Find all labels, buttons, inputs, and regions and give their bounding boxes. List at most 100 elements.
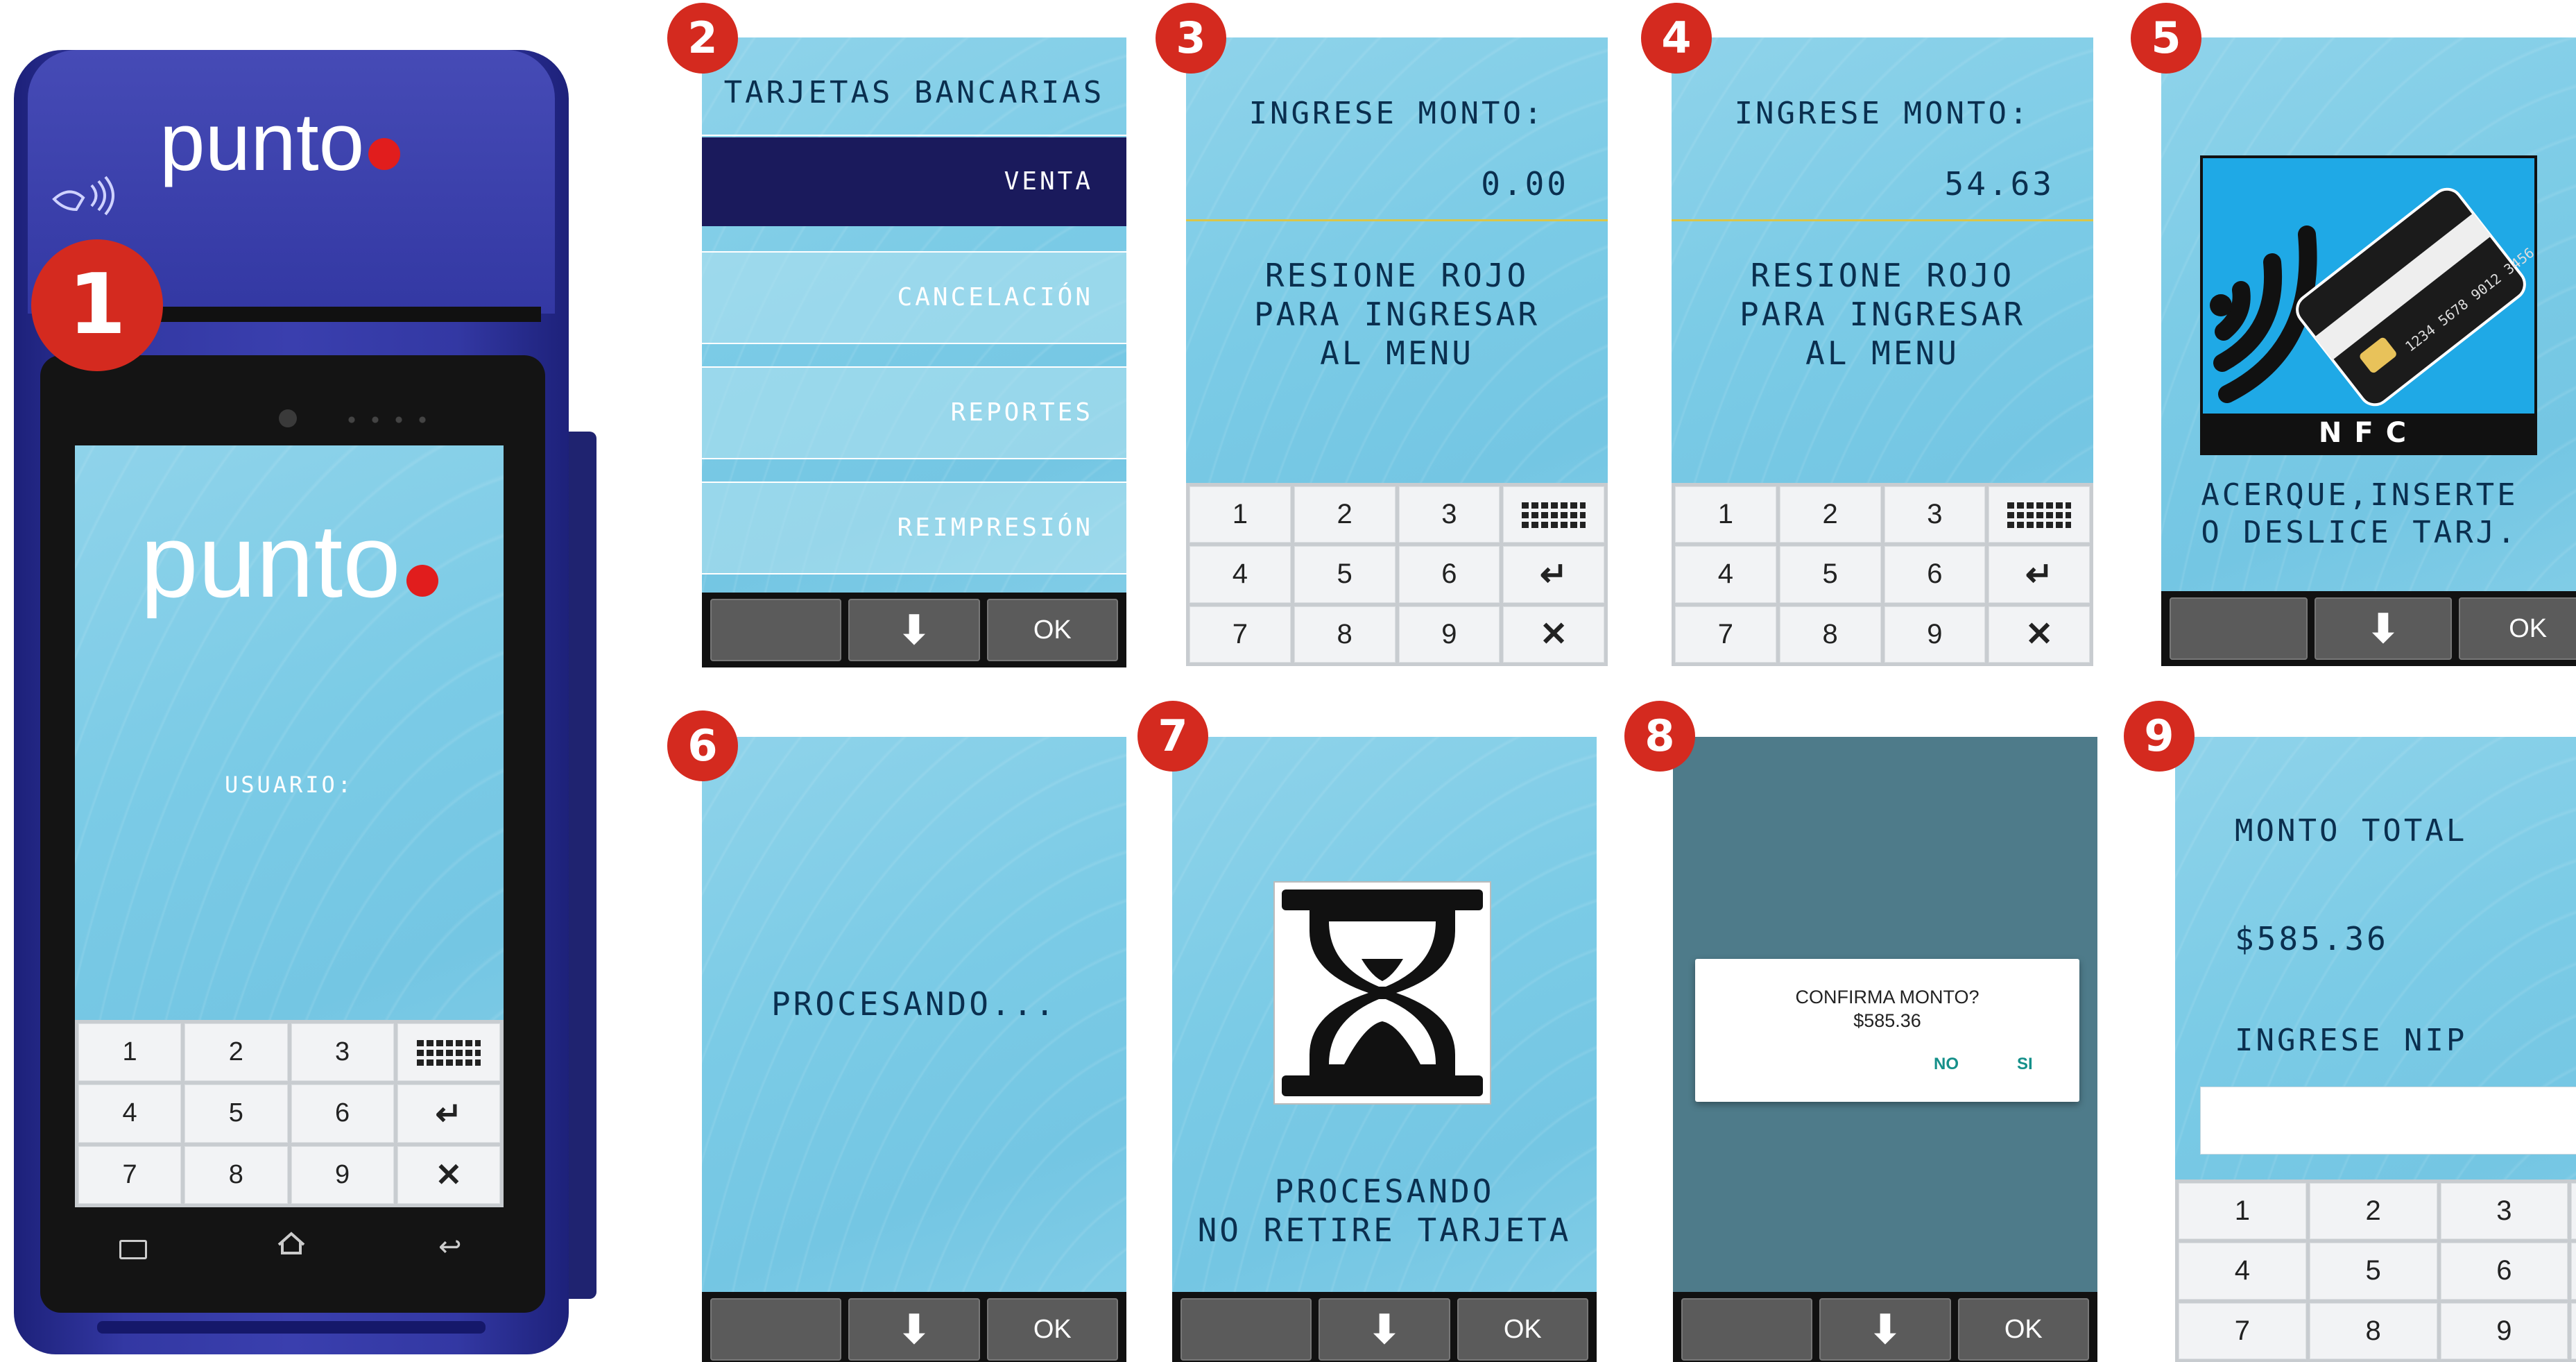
key-3[interactable]: 3: [1398, 486, 1500, 543]
hourglass-icon: [1273, 881, 1491, 1105]
key-3[interactable]: 3: [291, 1023, 394, 1082]
key-6[interactable]: 6: [2440, 1243, 2568, 1300]
brand-logo: punto: [160, 95, 401, 189]
device-keypad[interactable]: 1 2 3 4 5 6 ↵ 7 8 9 ✕: [75, 1020, 504, 1207]
key-4[interactable]: 4: [1675, 546, 1776, 603]
keypad-step-9[interactable]: 1 2 3 4 5 6 ↵ 7 8 9 ✕: [2175, 1180, 2576, 1362]
blank-button[interactable]: [1180, 1298, 1312, 1361]
keypad-step-3[interactable]: 1 2 3 4 5 6 ↵ 7 8 9 ✕: [1186, 483, 1608, 666]
key-7[interactable]: 7: [1675, 606, 1776, 663]
keyboard-icon[interactable]: [1989, 486, 2090, 543]
screen-step-8: CONFIRMA MONTO? $585.36 NO SI ⬇ OK: [1673, 737, 2097, 1362]
confirm-dialog: CONFIRMA MONTO? $585.36 NO SI: [1695, 959, 2079, 1102]
key-6[interactable]: 6: [291, 1084, 394, 1143]
contactless-icon: [49, 171, 118, 220]
key-5[interactable]: 5: [1294, 546, 1396, 603]
step-badge-1: 1: [31, 239, 163, 371]
menu-item-reimpresion[interactable]: REIMPRESIÓN: [702, 483, 1126, 573]
key-9[interactable]: 9: [2440, 1302, 2568, 1359]
key-7[interactable]: 7: [78, 1146, 182, 1204]
step-badge-4: 4: [1641, 3, 1712, 74]
bottom-bar: ⬇ OK: [702, 1292, 1126, 1362]
key-2[interactable]: 2: [1779, 486, 1881, 543]
key-5[interactable]: 5: [2309, 1243, 2437, 1300]
key-3[interactable]: 3: [1884, 486, 1986, 543]
ok-button[interactable]: OK: [986, 1298, 1118, 1361]
blank-button[interactable]: [1681, 1298, 1813, 1361]
cancel-icon[interactable]: ✕: [2571, 1302, 2576, 1359]
key-8[interactable]: 8: [1294, 606, 1396, 663]
sensor-dots: [340, 416, 430, 423]
back-icon[interactable]: ↩: [438, 1231, 462, 1263]
screen-step-3: INGRESE MONTO: 0.00 RESIONE ROJO PARA IN…: [1186, 37, 1608, 666]
menu-icon[interactable]: [119, 1240, 147, 1259]
menu-item-reportes[interactable]: REPORTES: [702, 368, 1126, 458]
blank-button[interactable]: [710, 1298, 842, 1361]
key-6[interactable]: 6: [1398, 546, 1500, 603]
key-7[interactable]: 7: [2179, 1302, 2306, 1359]
camera-dot: [279, 409, 297, 427]
key-9[interactable]: 9: [1884, 606, 1986, 663]
home-icon[interactable]: [276, 1229, 307, 1257]
keypad-step-4[interactable]: 1 2 3 4 5 6 ↵ 7 8 9 ✕: [1672, 483, 2093, 666]
key-7[interactable]: 7: [1190, 606, 1291, 663]
enter-icon[interactable]: ↵: [397, 1084, 500, 1143]
key-9[interactable]: 9: [1398, 606, 1500, 663]
key-8[interactable]: 8: [1779, 606, 1881, 663]
down-arrow-icon[interactable]: ⬇: [1819, 1298, 1951, 1361]
keyboard-icon[interactable]: [1503, 486, 1604, 543]
key-1[interactable]: 1: [78, 1023, 182, 1082]
menu-item-venta[interactable]: VENTA: [702, 137, 1126, 226]
enter-icon[interactable]: ↵: [1989, 546, 2090, 603]
blank-button[interactable]: [710, 599, 842, 661]
key-4[interactable]: 4: [2179, 1243, 2306, 1300]
keyboard-icon[interactable]: [397, 1023, 500, 1082]
hint-line-2: PARA INGRESAR: [1739, 296, 2026, 333]
key-6[interactable]: 6: [1884, 546, 1986, 603]
menu-item-cancelacion[interactable]: CANCELACIÓN: [702, 253, 1126, 343]
hint-line-1: RESIONE ROJO: [1750, 257, 2015, 294]
hint-line-2: PARA INGRESAR: [1253, 296, 1540, 333]
menu-title: TARJETAS BANCARIAS: [723, 75, 1105, 110]
down-arrow-icon[interactable]: ⬇: [1319, 1298, 1450, 1361]
key-4[interactable]: 4: [1190, 546, 1291, 603]
step-badge-9: 9: [2124, 701, 2195, 772]
key-1[interactable]: 1: [1190, 486, 1291, 543]
device-screen: punto USUARIO: 1 2 3 4 5 6 ↵ 7 8 9 ✕: [75, 445, 504, 1207]
down-arrow-icon[interactable]: ⬇: [848, 1298, 980, 1361]
nip-input[interactable]: [2200, 1087, 2576, 1155]
key-3[interactable]: 3: [2440, 1183, 2568, 1240]
screen-step-7: PROCESANDO NO RETIRE TARJETA ⬇ OK: [1172, 737, 1597, 1362]
ok-button[interactable]: OK: [986, 599, 1118, 661]
amount-value: 54.63: [1944, 165, 2054, 203]
cancel-icon[interactable]: ✕: [397, 1146, 500, 1204]
amount-label: INGRESE MONTO:: [1734, 96, 2031, 131]
key-5[interactable]: 5: [184, 1084, 288, 1143]
ok-button[interactable]: OK: [1957, 1298, 2089, 1361]
down-arrow-icon[interactable]: ⬇: [2314, 597, 2453, 660]
ok-button[interactable]: OK: [2459, 597, 2576, 660]
down-arrow-icon[interactable]: ⬇: [848, 599, 980, 661]
ok-button[interactable]: OK: [1457, 1298, 1588, 1361]
key-1[interactable]: 1: [2179, 1183, 2306, 1240]
enter-icon[interactable]: ↵: [1503, 546, 1604, 603]
nip-label: INGRESE NIP: [2235, 1023, 2468, 1058]
blank-button[interactable]: [2170, 597, 2308, 660]
no-button[interactable]: NO: [1934, 1055, 1959, 1074]
screen-step-5: 1234 5678 9012 3456 NFC ACERQUE,INSERTE …: [2161, 37, 2576, 666]
key-8[interactable]: 8: [184, 1146, 288, 1204]
keyboard-icon[interactable]: [2571, 1183, 2576, 1240]
key-1[interactable]: 1: [1675, 486, 1776, 543]
key-2[interactable]: 2: [2309, 1183, 2437, 1240]
enter-icon[interactable]: ↵: [2571, 1243, 2576, 1300]
key-8[interactable]: 8: [2309, 1302, 2437, 1359]
cancel-icon[interactable]: ✕: [1989, 606, 2090, 663]
key-5[interactable]: 5: [1779, 546, 1881, 603]
cancel-icon[interactable]: ✕: [1503, 606, 1604, 663]
key-2[interactable]: 2: [1294, 486, 1396, 543]
key-4[interactable]: 4: [78, 1084, 182, 1143]
key-2[interactable]: 2: [184, 1023, 288, 1082]
si-button[interactable]: SI: [2017, 1055, 2033, 1074]
total-amount: $585.36: [2235, 920, 2389, 957]
key-9[interactable]: 9: [291, 1146, 394, 1204]
